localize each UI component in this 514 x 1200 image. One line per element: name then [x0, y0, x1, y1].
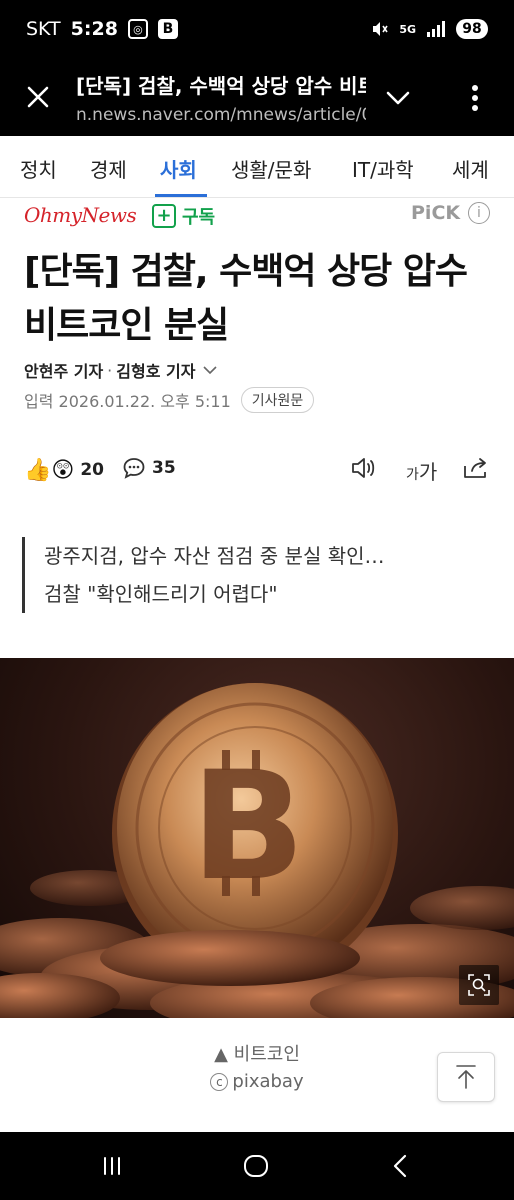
- arrow-up-icon: [456, 1065, 476, 1089]
- comment-count: 35: [152, 458, 176, 478]
- article-photo[interactable]: B: [0, 658, 514, 1018]
- tab-it-science[interactable]: IT/과학: [352, 154, 414, 183]
- status-bar: SKT 5:28 ◎ B 5G 98: [0, 0, 514, 58]
- byline[interactable]: 안현주 기자 · 김형호 기자: [24, 358, 218, 382]
- category-tabs: 정치 경제 사회 생활/문화 IT/과학 세계: [0, 136, 514, 198]
- summary-line: 광주지검, 압수 자산 점검 중 분실 확인…: [44, 544, 385, 568]
- photo-credit-text: pixabay: [232, 1071, 304, 1092]
- reaction-count: 20: [80, 460, 104, 480]
- share-icon: [464, 458, 486, 478]
- font-small-label: 가: [406, 467, 419, 483]
- more-vertical-icon: [472, 85, 478, 111]
- article-summary: 광주지검, 압수 자산 점검 중 분실 확인… 검찰 "확인해드리기 어렵다": [22, 537, 385, 613]
- comment-icon: [123, 458, 145, 479]
- font-size-button[interactable]: 가가: [406, 456, 437, 485]
- photo-zoom-button[interactable]: [459, 965, 499, 1005]
- b-app-icon: B: [157, 19, 178, 39]
- press-logo[interactable]: OhmyNews: [24, 203, 137, 227]
- comment-button[interactable]: 35: [122, 456, 176, 480]
- browser-title-area[interactable]: [단독] 검찰, 수백억 상당 압수 비트코인 분실 n.news.naver.…: [76, 70, 366, 125]
- browser-page-title: [단독] 검찰, 수백억 상당 압수 비트코인 분실: [76, 73, 366, 98]
- close-icon: [27, 86, 49, 108]
- author-name: 안현주 기자: [24, 362, 104, 381]
- copyright-icon: c: [210, 1072, 229, 1091]
- subscribe-label: 구독: [182, 207, 216, 228]
- tab-politics[interactable]: 정치: [20, 154, 57, 183]
- home-icon: [244, 1155, 268, 1177]
- bitcoin-photo-image: B: [0, 683, 514, 1018]
- clock: 5:28: [70, 18, 118, 40]
- mute-icon: [373, 22, 388, 36]
- back-button[interactable]: [380, 1146, 420, 1186]
- share-button[interactable]: [462, 456, 490, 484]
- listen-button[interactable]: [350, 456, 378, 484]
- screen-record-icon: ◎: [127, 19, 148, 39]
- browser-url: n.news.naver.com/mnews/article/0: [76, 104, 366, 125]
- carrier-label: SKT: [26, 18, 61, 40]
- recent-apps-button[interactable]: [92, 1146, 132, 1186]
- font-large-label: 가: [418, 460, 438, 484]
- plus-icon: +: [152, 204, 176, 228]
- svg-text:B: B: [191, 740, 305, 914]
- pick-label: PiCK: [411, 202, 461, 224]
- browser-toolbar: [단독] 검찰, 수백억 상당 압수 비트코인 분실 n.news.naver.…: [0, 58, 514, 136]
- author-name: 김형호 기자: [116, 362, 196, 381]
- original-article-button[interactable]: 기사원문: [240, 387, 315, 413]
- recent-apps-icon: [104, 1157, 120, 1175]
- signal-icon: [427, 21, 445, 37]
- active-tab-indicator: [155, 194, 207, 197]
- article-headline: [단독] 검찰, 수백억 상당 압수 비트코인 분실: [24, 251, 468, 346]
- author-separator: ·: [107, 360, 113, 380]
- speaker-icon: [352, 458, 375, 478]
- tab-society[interactable]: 사회: [160, 154, 197, 183]
- zoom-icon: [468, 974, 490, 996]
- scroll-to-top-button[interactable]: [437, 1052, 495, 1102]
- chevron-down-icon: [386, 91, 410, 105]
- system-nav-bar: [0, 1132, 514, 1200]
- info-icon[interactable]: i: [468, 202, 490, 224]
- tab-world[interactable]: 세계: [452, 154, 489, 183]
- battery-indicator: 98: [456, 19, 488, 39]
- close-button[interactable]: [0, 58, 76, 136]
- reaction-emoji-icon: 👍😲: [24, 457, 75, 483]
- tab-economy[interactable]: 경제: [90, 154, 127, 183]
- network-type: 5G: [399, 22, 416, 36]
- summary-line: 검찰 "확인해드리기 어렵다": [44, 582, 278, 606]
- reaction-button[interactable]: 👍😲 20: [24, 452, 104, 488]
- home-button[interactable]: [236, 1146, 276, 1186]
- more-button[interactable]: [455, 78, 495, 118]
- back-icon: [393, 1154, 407, 1178]
- expand-button[interactable]: [378, 80, 418, 116]
- tab-life-culture[interactable]: 생활/문화: [231, 154, 311, 183]
- dateline: 입력 2026.01.22. 오후 5:11 기사원문: [24, 387, 315, 413]
- chevron-down-icon: [203, 365, 218, 375]
- published-date: 입력 2026.01.22. 오후 5:11: [24, 392, 231, 411]
- subscribe-button[interactable]: + 구독: [152, 203, 215, 229]
